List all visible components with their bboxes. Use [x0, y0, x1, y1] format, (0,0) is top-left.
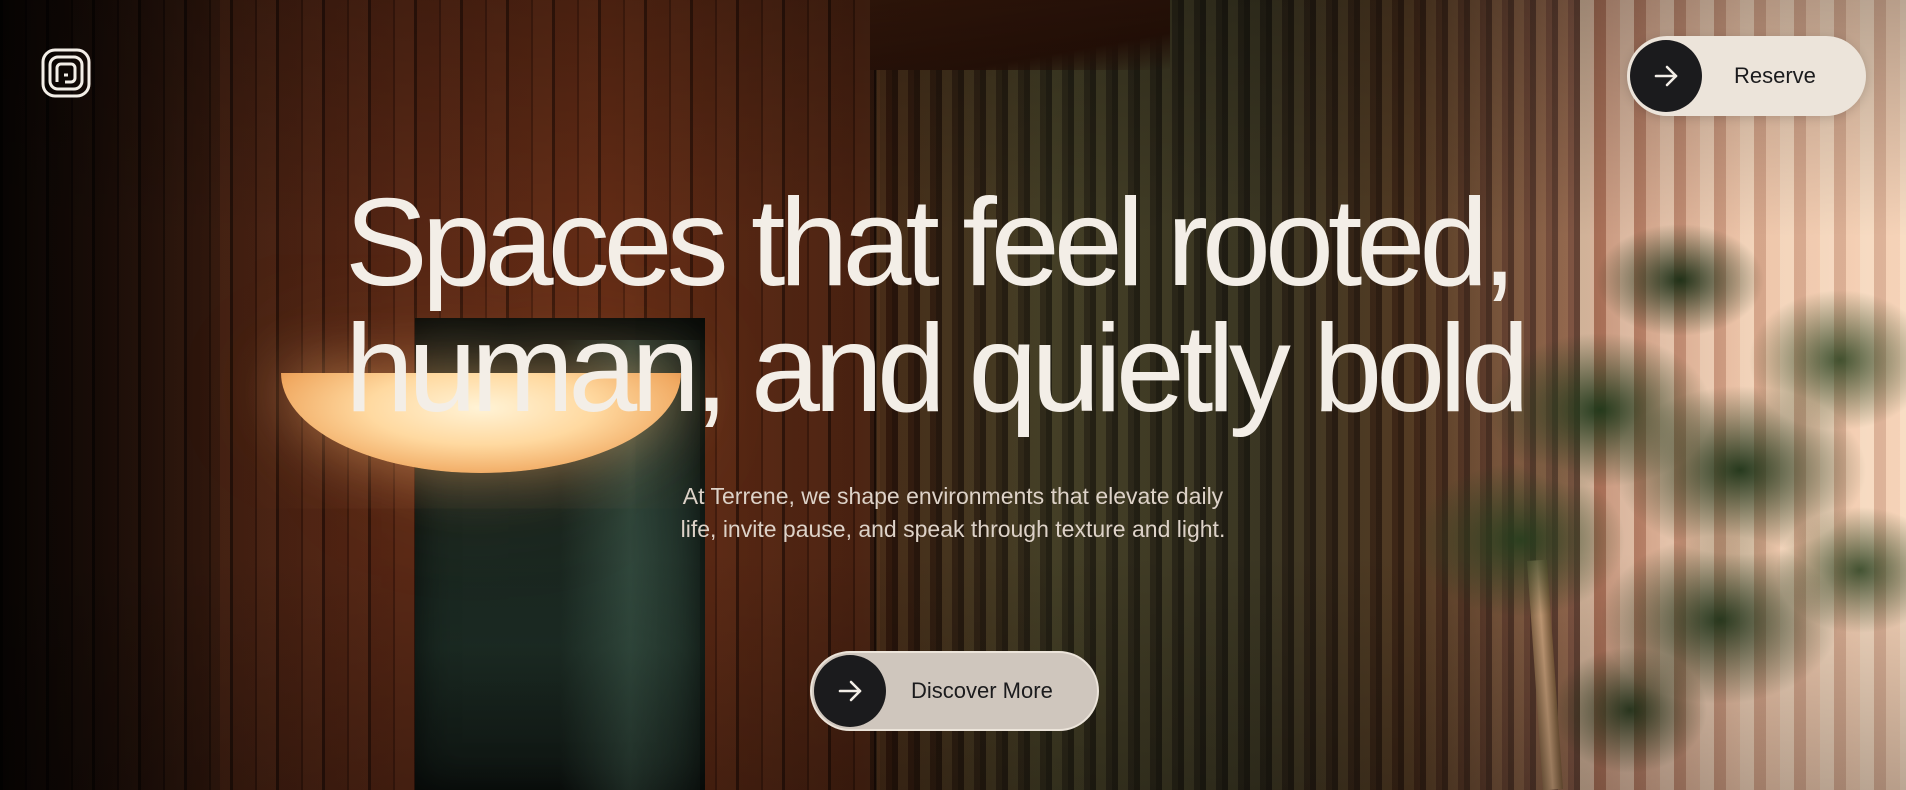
reserve-button[interactable]: Reserve: [1627, 36, 1866, 116]
arrow-right-icon: [1654, 65, 1678, 87]
discover-more-button[interactable]: Discover More: [810, 651, 1099, 731]
reserve-arrow-circle: [1630, 40, 1702, 112]
reserve-label: Reserve: [1734, 63, 1816, 88]
arrow-right-icon: [838, 680, 862, 702]
headline-line-1: Spaces that feel rooted,: [345, 174, 1517, 312]
headline-line-2: human, and quietly bold: [345, 300, 1530, 438]
hero-subtitle: At Terrene, we shape environments that e…: [680, 483, 1226, 542]
discover-more-label: Discover More: [911, 678, 1053, 703]
hero-section: Reserve Spaces that feel rooted, human, …: [0, 0, 1906, 790]
concentric-square-logo-icon[interactable]: [41, 48, 91, 98]
discover-arrow-circle: [814, 655, 886, 727]
hero-headline: Spaces that feel rooted, human, and quie…: [345, 180, 1585, 432]
